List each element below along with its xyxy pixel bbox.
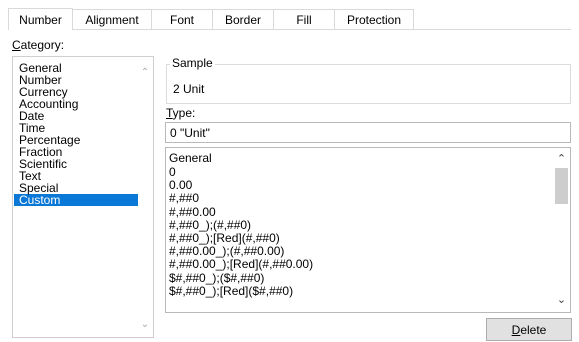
- sample-legend: Sample: [170, 56, 215, 70]
- format-item[interactable]: $#,##0_);[Red]($#,##0): [169, 284, 313, 298]
- format-item[interactable]: $#,##0_);($#,##0): [169, 271, 313, 285]
- type-input[interactable]: [165, 122, 571, 143]
- sample-groupbox: [166, 64, 571, 104]
- chevron-down-icon[interactable]: ⌄: [139, 319, 151, 331]
- tab-strip: Number Alignment Font Border Fill Protec…: [8, 8, 414, 30]
- tab-alignment[interactable]: Alignment: [72, 9, 152, 30]
- tab-fill[interactable]: Fill: [273, 9, 335, 30]
- category-item-custom[interactable]: Custom: [14, 194, 138, 206]
- category-label: Category:: [12, 38, 65, 52]
- tab-border[interactable]: Border: [212, 9, 274, 30]
- tab-divider: [8, 29, 571, 30]
- format-item[interactable]: #,##0: [169, 192, 313, 205]
- format-list-scrollbar[interactable]: ⌃ ⌄: [553, 148, 570, 312]
- scrollbar-thumb[interactable]: [555, 168, 568, 204]
- format-code-list[interactable]: General 0 0.00 #,##0 #,##0.00 #,##0_);(#…: [165, 147, 571, 313]
- format-item[interactable]: #,##0.00: [169, 205, 313, 219]
- delete-button[interactable]: Delete: [486, 318, 572, 341]
- category-list[interactable]: General Number Currency Accounting Date …: [12, 56, 154, 338]
- tab-protection[interactable]: Protection: [334, 9, 414, 30]
- chevron-up-icon[interactable]: ⌃: [553, 151, 570, 168]
- sample-value: 2 Unit: [173, 82, 205, 96]
- chevron-up-icon[interactable]: ⌃: [139, 67, 151, 79]
- format-item[interactable]: #,##0.00_);[Red](#,##0.00): [169, 258, 313, 271]
- type-label: Type:: [166, 106, 196, 120]
- format-item[interactable]: General: [169, 151, 313, 166]
- tab-number[interactable]: Number: [8, 8, 73, 30]
- chevron-down-icon[interactable]: ⌄: [553, 292, 570, 309]
- format-item[interactable]: #,##0_);(#,##0): [169, 218, 313, 232]
- tab-font[interactable]: Font: [151, 9, 213, 30]
